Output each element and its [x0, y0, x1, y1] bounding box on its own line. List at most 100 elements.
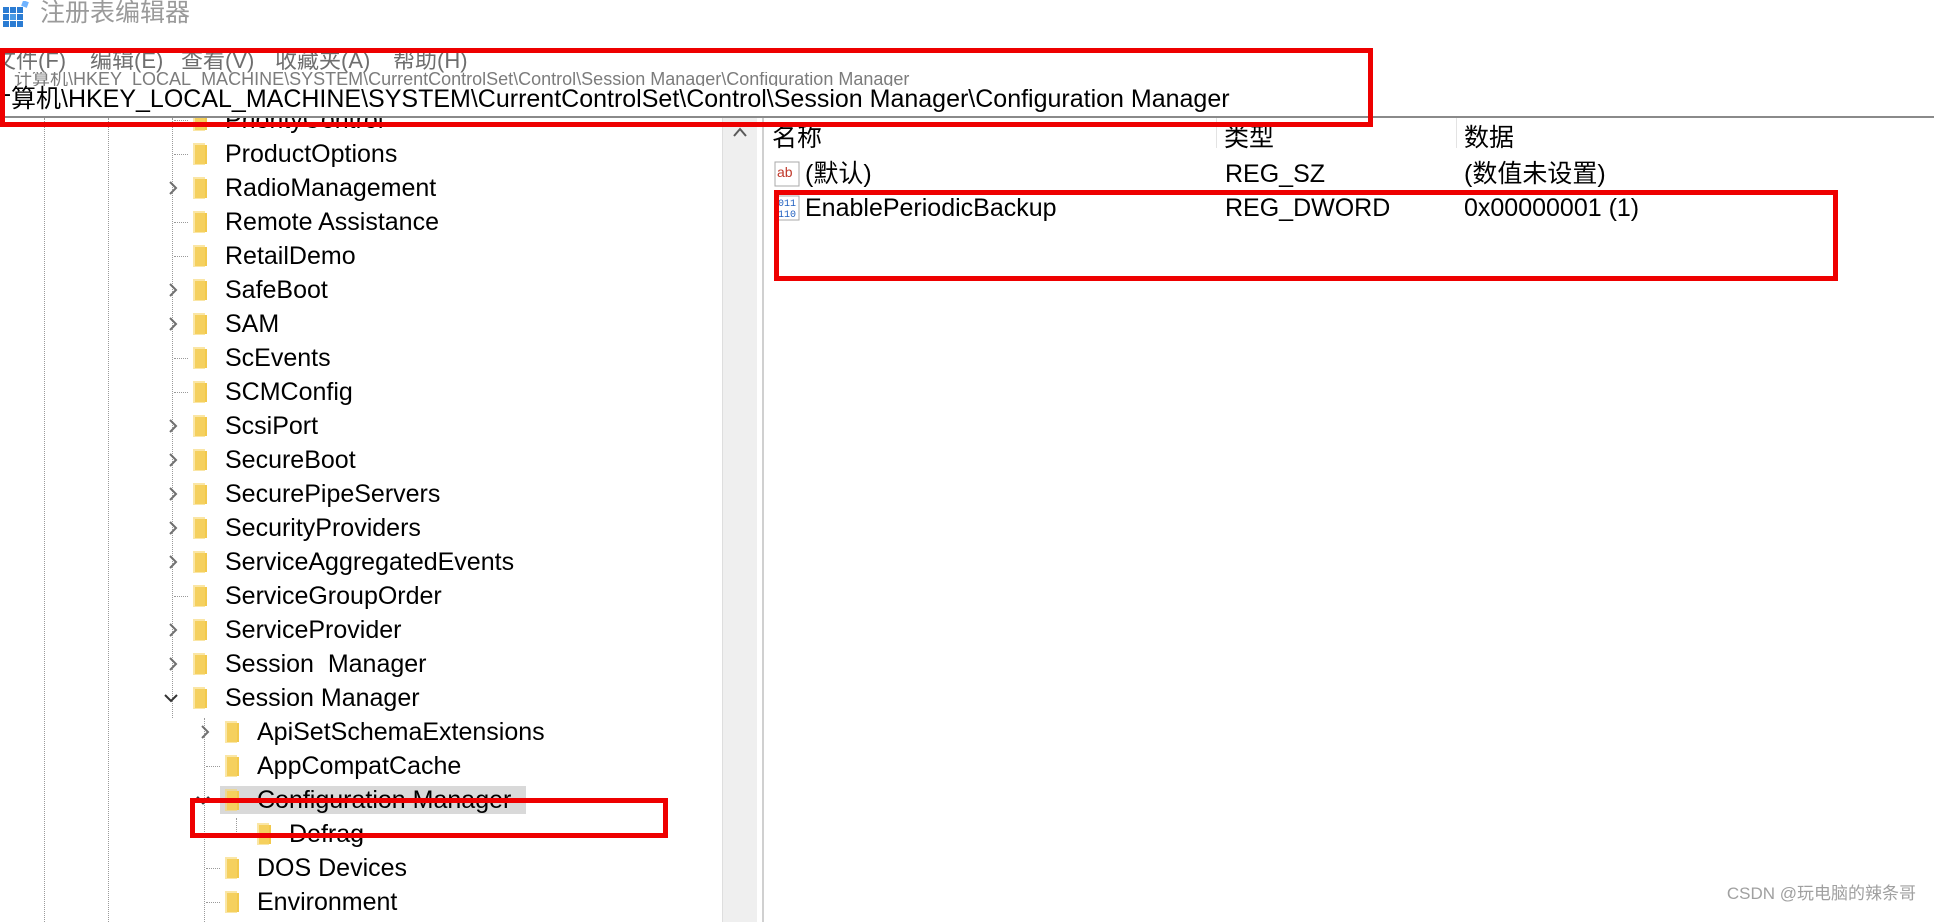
tree-item-label: ServiceAggregatedEvents [225, 548, 515, 576]
tree-connector [206, 868, 220, 869]
tree-item[interactable]: ServiceAggregatedEvents [0, 545, 740, 579]
tree-item[interactable]: SecurePipeServers [0, 477, 740, 511]
chevron-right-icon[interactable] [164, 315, 182, 333]
window-title: 注册表编辑器 [40, 0, 191, 27]
folder-icon [193, 551, 207, 573]
tree-connector [174, 222, 188, 223]
tree-item[interactable]: SCMConfig [0, 375, 740, 409]
tree-connector [174, 120, 188, 121]
folder-icon [193, 118, 207, 131]
tree-connector [174, 358, 188, 359]
chevron-right-icon[interactable] [196, 723, 214, 741]
tree-item[interactable]: ServiceProvider [0, 613, 740, 647]
address-path[interactable]: 计算机\HKEY_LOCAL_MACHINE\SYSTEM\CurrentCon… [0, 83, 1230, 115]
folder-icon [193, 143, 207, 165]
tree-item-label: AppCompatCache [257, 752, 462, 780]
chevron-right-icon[interactable] [164, 281, 182, 299]
column-header-data[interactable]: 数据 [1464, 118, 1514, 152]
tree-item[interactable]: Remote Assistance [0, 205, 740, 239]
tree-connector [238, 834, 252, 835]
chevron-right-icon[interactable] [164, 553, 182, 571]
tree-item-label: Configuration Manager [257, 786, 512, 814]
tree-item[interactable]: ProductOptions [0, 137, 740, 171]
value-type: REG_DWORD [1225, 194, 1391, 222]
tree-item-label: SecurePipeServers [225, 480, 441, 508]
folder-icon [193, 313, 207, 335]
tree-item[interactable]: AppCompatCache [0, 749, 740, 783]
column-divider[interactable] [1456, 118, 1457, 148]
tree-item[interactable]: RetailDemo [0, 239, 740, 273]
chevron-down-icon[interactable] [162, 689, 180, 707]
tree-item[interactable]: ScEvents [0, 341, 740, 375]
tree-item-label: ServiceGroupOrder [225, 582, 442, 610]
tree-connector [174, 154, 188, 155]
address-bar[interactable]: 计算机\HKEY_LOCAL_MACHINE\SYSTEM\CurrentCon… [0, 72, 1934, 118]
column-divider[interactable] [1216, 118, 1217, 148]
chevron-right-icon[interactable] [164, 621, 182, 639]
column-header-name[interactable]: 名称 [772, 118, 822, 152]
tree-item[interactable]: Session Manager [0, 647, 740, 681]
tree-item-label: ProductOptions [225, 140, 398, 168]
tree-item[interactable]: SafeBoot [0, 273, 740, 307]
tree-connector [206, 766, 220, 767]
folder-icon [193, 687, 207, 709]
pane-divider[interactable] [762, 118, 764, 922]
tree-connector [174, 256, 188, 257]
key-tree[interactable]: PriorityControl ProductOptions RadioMana… [0, 118, 756, 922]
chevron-down-icon[interactable] [194, 791, 212, 809]
folder-icon [257, 823, 271, 845]
value-row[interactable]: ab (默认) REG_SZ (数值未设置) [770, 157, 1930, 191]
string-value-icon: ab [774, 161, 800, 187]
tree-item[interactable]: DOS Devices [0, 851, 740, 885]
folder-icon [225, 721, 239, 743]
tree-item[interactable]: PriorityControl [0, 118, 740, 137]
dword-value-icon: 011 110 [774, 195, 800, 221]
tree-item-session-manager[interactable]: Session Manager [0, 681, 740, 715]
value-data: (数值未设置) [1464, 160, 1606, 188]
value-name: (默认) [805, 160, 872, 188]
folder-icon [225, 891, 239, 913]
chevron-right-icon[interactable] [164, 179, 182, 197]
tree-item[interactable]: SecureBoot [0, 443, 740, 477]
folder-icon [193, 517, 207, 539]
tree-item-label: Environment [257, 888, 398, 916]
folder-icon [193, 619, 207, 641]
tree-item-label: Defrag [289, 820, 365, 848]
tree-item[interactable]: SAM [0, 307, 740, 341]
tree-connector [206, 902, 220, 903]
tree-item-label: SecurityProviders [225, 514, 421, 542]
tree-item[interactable]: Defrag [0, 817, 740, 851]
folder-icon [193, 653, 207, 675]
value-row[interactable]: 011 110 EnablePeriodicBackup REG_DWORD 0… [770, 191, 1930, 225]
tree-item-label: Remote Assistance [225, 208, 439, 236]
tree-item[interactable]: SecurityProviders [0, 511, 740, 545]
title-bar: 注册表编辑器 [0, 0, 1934, 30]
tree-scrollbar[interactable] [722, 118, 757, 922]
tree-item-configuration-manager[interactable]: Configuration Manager [0, 783, 740, 817]
scroll-up-arrow-icon[interactable] [732, 126, 748, 138]
tree-item[interactable]: ApiSetSchemaExtensions [0, 715, 740, 749]
tree-item[interactable]: ScsiPort [0, 409, 740, 443]
chevron-right-icon[interactable] [164, 485, 182, 503]
column-header-type[interactable]: 类型 [1224, 118, 1274, 152]
folder-icon [193, 415, 207, 437]
tree-item-label: Session Manager [225, 650, 427, 678]
chevron-right-icon[interactable] [164, 655, 182, 673]
svg-text:110: 110 [778, 210, 796, 221]
tree-item[interactable]: Environment [0, 885, 740, 919]
tree-item-label: PriorityControl [225, 118, 384, 134]
tree-connector [174, 596, 188, 597]
chevron-right-icon[interactable] [164, 417, 182, 435]
tree-item[interactable]: ServiceGroupOrder [0, 579, 740, 613]
folder-icon [225, 857, 239, 879]
tree-item-label: SecureBoot [225, 446, 356, 474]
tree-item[interactable]: RadioManagement [0, 171, 740, 205]
chevron-right-icon[interactable] [164, 519, 182, 537]
tree-connector [174, 392, 188, 393]
folder-icon [193, 449, 207, 471]
watermark: CSDN @玩电脑的辣条哥 [1726, 884, 1916, 903]
tree-item-label: SAM [225, 310, 280, 338]
chevron-right-icon[interactable] [164, 451, 182, 469]
registry-editor-icon [3, 1, 29, 27]
folder-icon [193, 585, 207, 607]
